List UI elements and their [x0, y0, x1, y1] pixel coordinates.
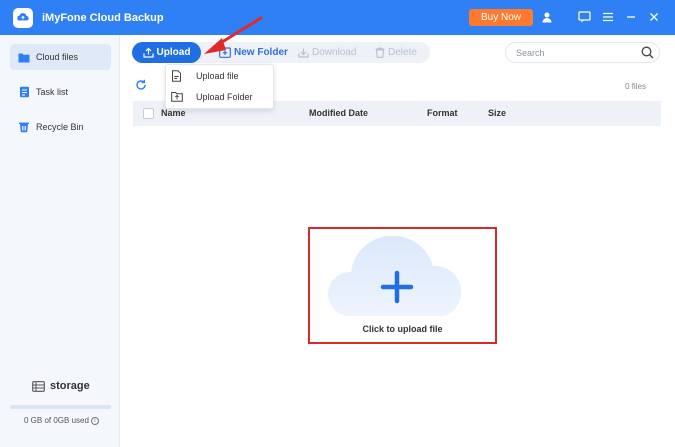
sidebar-item-task-list[interactable]: Task list	[10, 79, 111, 105]
task-list-icon	[18, 86, 30, 98]
menu-icon[interactable]	[600, 9, 616, 25]
title-bar: iMyFone Cloud Backup	[0, 0, 675, 35]
storage-used-label: 0 GB of 0GB used	[24, 416, 89, 425]
download-label: Download	[312, 47, 357, 58]
upload-button-label: Upload	[156, 47, 191, 58]
search-input[interactable]	[516, 46, 631, 60]
sidebar: Cloud files Task list Recycle Bin storag…	[0, 35, 120, 447]
column-header-name[interactable]: Name	[161, 108, 186, 118]
file-count: 0 files	[625, 82, 646, 91]
search-icon[interactable]	[641, 46, 654, 59]
info-icon[interactable]: i	[90, 416, 99, 425]
upload-icon	[142, 47, 154, 58]
sidebar-item-label: Cloud files	[36, 52, 79, 62]
close-icon[interactable]	[646, 9, 662, 25]
buy-now-button[interactable]: Buy Now	[469, 9, 533, 26]
sidebar-item-label: Recycle Bin	[36, 122, 84, 132]
storage-progress-bar	[10, 405, 111, 409]
sidebar-item-recycle-bin[interactable]: Recycle Bin	[10, 114, 111, 140]
sidebar-item-cloud-files[interactable]: Cloud files	[10, 44, 111, 70]
annotation-arrow-icon	[204, 16, 263, 54]
folder-upload-icon	[171, 91, 183, 103]
upload-button[interactable]: Upload	[132, 42, 201, 63]
sidebar-item-label: Task list	[36, 87, 69, 97]
storage-title: storage	[32, 380, 90, 392]
feedback-icon[interactable]	[576, 9, 592, 25]
trash-icon	[375, 47, 385, 58]
select-all-checkbox[interactable]	[143, 108, 154, 119]
delete-button[interactable]: Delete	[375, 42, 417, 63]
download-button[interactable]: Download	[298, 42, 356, 63]
folder-icon	[18, 51, 30, 63]
upload-menu: Upload file Upload Folder	[165, 64, 274, 109]
minimize-icon[interactable]	[623, 9, 639, 25]
app-title: iMyFone Cloud Backup	[42, 11, 164, 24]
recycle-bin-icon	[18, 121, 30, 133]
storage-label: storage	[50, 380, 90, 392]
account-icon[interactable]	[539, 9, 555, 25]
upload-drop-zone[interactable]	[308, 227, 497, 344]
upload-folder-menu-item[interactable]: Upload Folder	[166, 87, 273, 107]
column-header-modified-date[interactable]: Modified Date	[309, 108, 368, 118]
column-header-format[interactable]: Format	[427, 108, 458, 118]
file-icon	[171, 70, 183, 82]
refresh-icon[interactable]	[135, 79, 147, 91]
storage-icon	[32, 380, 45, 392]
app-logo-icon	[13, 7, 33, 28]
upload-folder-label: Upload Folder	[196, 92, 253, 102]
column-header-size[interactable]: Size	[488, 108, 506, 118]
upload-file-menu-item[interactable]: Upload file	[166, 66, 273, 86]
download-icon	[298, 47, 309, 58]
search-box[interactable]	[505, 42, 660, 63]
delete-label: Delete	[388, 47, 417, 58]
storage-used-text: 0 GB of 0GB used i	[24, 416, 99, 425]
upload-file-label: Upload file	[196, 71, 239, 81]
